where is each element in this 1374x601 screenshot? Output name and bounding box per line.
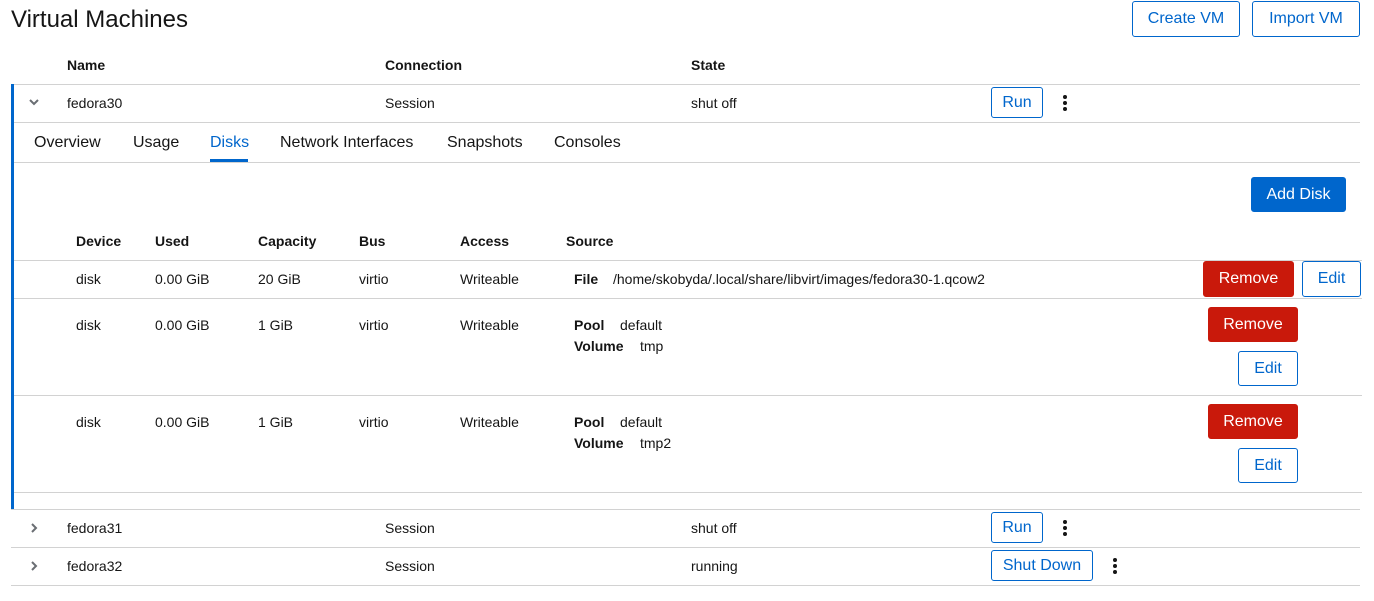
disk-column-used: Used — [155, 233, 190, 249]
vm-connection: Session — [385, 95, 435, 111]
remove-disk-button[interactable]: Remove — [1208, 307, 1298, 342]
kebab-menu-icon[interactable] — [1062, 520, 1068, 536]
divider — [14, 260, 1362, 261]
disk-access: Writeable — [460, 271, 519, 287]
disk-source-file: /home/skobyda/.local/share/libvirt/image… — [613, 271, 985, 287]
vm-state: shut off — [691, 520, 737, 536]
disk-source-pool: default — [620, 317, 663, 333]
vm-name[interactable]: fedora31 — [67, 520, 122, 536]
shut-down-button[interactable]: Shut Down — [991, 550, 1093, 581]
remove-disk-button[interactable]: Remove — [1203, 261, 1294, 297]
disk-device: disk — [76, 271, 101, 287]
disk-used: 0.00 GiB — [155, 271, 210, 287]
vm-connection: Session — [385, 520, 435, 536]
divider — [11, 509, 1360, 510]
divider — [14, 162, 1360, 163]
edit-disk-button[interactable]: Edit — [1302, 261, 1361, 297]
disk-access: Writeable — [460, 414, 519, 430]
kebab-menu-icon[interactable] — [1112, 558, 1118, 574]
disk-column-access: Access — [460, 233, 510, 249]
column-header-name: Name — [67, 57, 106, 73]
chevron-right-icon[interactable] — [29, 523, 39, 533]
divider — [11, 585, 1360, 586]
disk-column-source: Source — [566, 233, 614, 249]
disk-source-volume: tmp — [640, 338, 664, 354]
tab-network-interfaces[interactable]: Network Interfaces — [280, 133, 413, 153]
disk-access: Writeable — [460, 317, 519, 333]
vm-connection: Session — [385, 558, 435, 574]
tab-snapshots[interactable]: Snapshots — [447, 133, 523, 153]
edit-disk-button[interactable]: Edit — [1238, 448, 1298, 483]
divider — [14, 122, 1360, 123]
disk-column-device: Device — [76, 233, 122, 249]
disk-source-pool-label: Pool — [574, 317, 605, 333]
disk-bus: virtio — [359, 317, 389, 333]
column-header-connection: Connection — [385, 57, 462, 73]
disk-source-pool: default — [620, 414, 663, 430]
add-disk-button[interactable]: Add Disk — [1251, 177, 1346, 212]
vm-state: running — [691, 558, 738, 574]
expanded-row-indicator — [11, 84, 14, 509]
disk-source-file-label: File — [574, 271, 599, 287]
remove-disk-button[interactable]: Remove — [1208, 404, 1298, 439]
divider — [14, 298, 1362, 299]
disk-device: disk — [76, 317, 101, 333]
kebab-menu-icon[interactable] — [1062, 95, 1068, 111]
disk-device: disk — [76, 414, 101, 430]
disk-column-bus: Bus — [359, 233, 386, 249]
disk-bus: virtio — [359, 414, 389, 430]
page-title: Virtual Machines — [11, 6, 188, 33]
disk-used: 0.00 GiB — [155, 317, 210, 333]
tab-disks[interactable]: Disks — [210, 133, 249, 153]
disk-source-volume-label: Volume — [574, 338, 624, 354]
chevron-right-icon[interactable] — [29, 561, 39, 571]
import-vm-button[interactable]: Import VM — [1252, 1, 1360, 37]
tab-overview[interactable]: Overview — [34, 133, 101, 153]
disk-capacity: 20 GiB — [258, 271, 301, 287]
divider — [14, 492, 1362, 493]
disk-capacity: 1 GiB — [258, 317, 294, 333]
edit-disk-button[interactable]: Edit — [1238, 351, 1298, 386]
chevron-down-icon[interactable] — [29, 97, 39, 107]
column-header-state: State — [691, 57, 726, 73]
divider — [11, 84, 1360, 85]
vm-name[interactable]: fedora32 — [67, 558, 122, 574]
disk-source-pool-label: Pool — [574, 414, 605, 430]
divider — [11, 547, 1360, 548]
tab-consoles[interactable]: Consoles — [554, 133, 621, 153]
tab-usage[interactable]: Usage — [133, 133, 179, 153]
disk-column-capacity: Capacity — [258, 233, 317, 249]
vm-name[interactable]: fedora30 — [67, 95, 122, 111]
disk-used: 0.00 GiB — [155, 414, 210, 430]
disk-bus: virtio — [359, 271, 389, 287]
disk-capacity: 1 GiB — [258, 414, 294, 430]
divider — [14, 395, 1362, 396]
vm-state: shut off — [691, 95, 737, 111]
disk-source-volume-label: Volume — [574, 435, 624, 451]
create-vm-button[interactable]: Create VM — [1132, 1, 1240, 37]
run-button[interactable]: Run — [991, 87, 1043, 118]
run-button[interactable]: Run — [991, 512, 1043, 543]
disk-source-volume: tmp2 — [640, 435, 672, 451]
